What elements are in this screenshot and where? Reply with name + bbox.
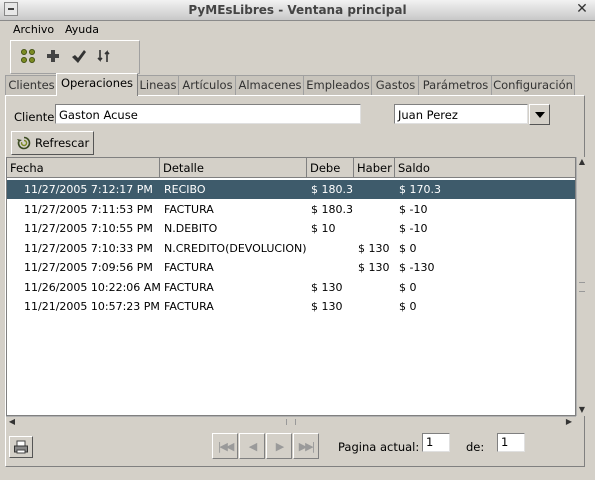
- cliente-label: Cliente: [14, 110, 55, 124]
- refresh-button[interactable]: Refrescar: [11, 131, 94, 155]
- table-row[interactable]: 11/27/2005 7:10:55 PM N.DEBITO $ 10 $ -10: [7, 219, 575, 238]
- tab-configuracion[interactable]: Configuración: [491, 75, 575, 95]
- table-body: 11/27/2005 7:12:17 PM RECIBO $ 180.3 $ 170.…: [7, 180, 575, 410]
- title-bar[interactable]: PyMEsLibres - Ventana principal ✕: [0, 0, 595, 21]
- scroll-left-icon[interactable]: ◀: [7, 417, 17, 427]
- prev-page-button[interactable]: ◀: [239, 433, 265, 459]
- scroll-grip[interactable]: [579, 282, 585, 292]
- cell-haber: [358, 278, 395, 297]
- tab-articulos[interactable]: Artículos: [178, 75, 237, 95]
- cell-saldo: $ 0: [399, 241, 417, 255]
- empleado-combo[interactable]: Juan Perez: [394, 104, 528, 124]
- cell-fecha: 11/27/2005 7:11:53 PM: [24, 202, 153, 216]
- cell-saldo: $ 0: [399, 280, 417, 294]
- column-header-detalle[interactable]: Detalle: [160, 158, 307, 178]
- cell-detalle: FACTURA: [164, 261, 214, 274]
- close-icon[interactable]: ✕: [575, 2, 589, 16]
- menu-bar: Archivo Ayuda: [0, 20, 595, 40]
- cell-detalle: N.CREDITO(DEVOLUCION): [164, 241, 307, 255]
- column-header-debe[interactable]: Debe: [307, 158, 354, 178]
- cell-detalle: RECIBO: [164, 183, 206, 196]
- tab-operaciones[interactable]: Operaciones: [56, 73, 138, 96]
- table-row[interactable]: 11/27/2005 7:10:33 PM N.CREDITO(DEVOLUCIO…: [7, 239, 575, 258]
- cell-detalle: FACTURA: [164, 280, 214, 294]
- cell-debe: [311, 239, 354, 258]
- table-row[interactable]: 11/27/2005 7:11:53 PM FACTURA $ 180.3 $ -10: [7, 200, 575, 219]
- cell-detalle: N.DEBITO: [164, 222, 218, 235]
- cell-fecha: 11/27/2005 7:10:55 PM: [24, 222, 153, 235]
- cell-detalle: FACTURA: [164, 300, 214, 313]
- cell-debe: $ 130: [311, 300, 343, 313]
- cell-saldo: $ -10: [399, 202, 428, 216]
- cell-debe: $ 180.3: [311, 202, 353, 216]
- last-page-button[interactable]: ▶▶|: [293, 433, 319, 459]
- first-page-icon: |◀◀: [217, 439, 235, 453]
- cell-debe: $ 130: [311, 280, 343, 294]
- cell-saldo: $ 170.3: [399, 183, 441, 196]
- empleado-dropdown-button[interactable]: [529, 104, 550, 125]
- current-page-label: Pagina actual:: [338, 440, 420, 454]
- cell-fecha: 11/21/2005 10:57:23 PM: [24, 300, 160, 313]
- cell-saldo: $ 0: [399, 300, 417, 313]
- window-title: PyMEsLibres - Ventana principal: [188, 3, 407, 17]
- last-page-icon: ▶▶|: [298, 439, 316, 453]
- scroll-down-icon[interactable]: ▼: [577, 405, 587, 415]
- table-row[interactable]: 11/21/2005 10:57:23 PM FACTURA $ 130 $ 0: [7, 297, 575, 316]
- prev-page-icon: ◀: [248, 439, 258, 453]
- cell-fecha: 11/26/2005 10:22:06 AM: [24, 280, 160, 294]
- cell-haber: [358, 200, 395, 219]
- cliente-input[interactable]: Gaston Acuse: [55, 104, 361, 124]
- vertical-scrollbar[interactable]: ▲ ▼: [576, 157, 587, 416]
- table-row[interactable]: 11/26/2005 10:22:06 AM FACTURA $ 130 $ 0: [7, 278, 575, 297]
- first-page-button[interactable]: |◀◀: [212, 433, 238, 459]
- next-page-button[interactable]: ▶: [266, 433, 292, 459]
- toolbar: [10, 40, 140, 74]
- cell-fecha: 11/27/2005 7:09:56 PM: [24, 261, 153, 274]
- cell-saldo: $ -10: [399, 222, 428, 235]
- cell-haber: [358, 297, 395, 316]
- cell-debe: $ 180.3: [311, 183, 353, 196]
- tab-lineas[interactable]: Lineas: [136, 75, 180, 95]
- cell-haber: $ 130: [358, 241, 390, 255]
- column-header-haber[interactable]: Haber: [354, 158, 395, 178]
- tab-empleados[interactable]: Empleados: [303, 75, 373, 95]
- cell-fecha: 11/27/2005 7:12:17 PM: [24, 183, 153, 196]
- printer-icon: [13, 439, 29, 458]
- total-pages-label: de:: [466, 440, 485, 454]
- check-icon[interactable]: [67, 45, 89, 67]
- refresh-icon: [16, 135, 32, 154]
- scroll-up-icon[interactable]: ▲: [577, 157, 587, 167]
- cell-detalle: FACTURA: [164, 202, 214, 216]
- column-header-fecha[interactable]: Fecha: [7, 158, 160, 178]
- add-icon[interactable]: [42, 45, 64, 67]
- tab-parametros[interactable]: Parámetros: [418, 75, 493, 95]
- operations-table[interactable]: Fecha Detalle Debe Haber Saldo 11/27/200…: [6, 157, 576, 416]
- menu-ayuda[interactable]: Ayuda: [63, 22, 101, 38]
- scroll-right-icon[interactable]: ▶: [564, 417, 574, 427]
- cell-saldo: $ -130: [399, 261, 435, 274]
- next-page-icon: ▶: [275, 439, 285, 453]
- cell-debe: $ 10: [311, 222, 336, 235]
- refresh-label: Refrescar: [35, 136, 90, 150]
- tab-gastos[interactable]: Gastos: [371, 75, 420, 95]
- tab-clientes[interactable]: Clientes: [5, 75, 58, 95]
- cell-fecha: 11/27/2005 7:10:33 PM: [24, 241, 153, 255]
- column-header-saldo[interactable]: Saldo: [395, 158, 575, 178]
- print-button[interactable]: [9, 436, 33, 458]
- cell-haber: $ 130: [358, 261, 390, 274]
- current-page-input[interactable]: 1: [422, 433, 450, 452]
- table-row[interactable]: 11/27/2005 7:12:17 PM RECIBO $ 180.3 $ 170.…: [7, 180, 575, 199]
- cell-haber: [358, 219, 395, 238]
- horizontal-scrollbar[interactable]: ◀ ▶: [6, 416, 576, 429]
- table-row[interactable]: 11/27/2005 7:09:56 PM FACTURA $ 130 $ -130: [7, 258, 575, 277]
- tab-almacenes[interactable]: Almacenes: [235, 75, 305, 95]
- sort-icon[interactable]: [93, 45, 115, 67]
- cell-haber: [358, 180, 395, 199]
- total-pages-field: 1: [497, 433, 525, 452]
- grid-icon[interactable]: [17, 45, 39, 67]
- cell-debe: [311, 258, 354, 277]
- hscroll-grip[interactable]: [286, 419, 296, 425]
- menu-archivo[interactable]: Archivo: [11, 22, 56, 38]
